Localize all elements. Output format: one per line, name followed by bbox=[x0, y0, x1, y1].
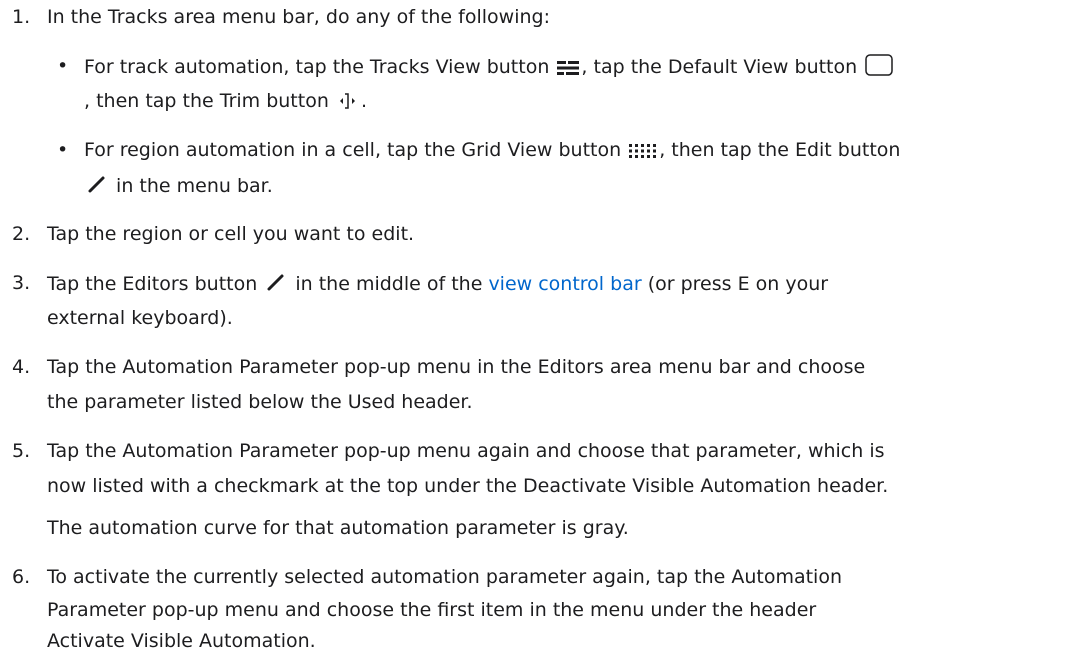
step-2-text: Tap the region or cell you want to edit. bbox=[47, 223, 415, 245]
bullet-b-text-2: , then tap the Edit button bbox=[659, 139, 901, 161]
step-3-line-2: external keyboard). bbox=[47, 307, 233, 329]
step-1-number: 1. bbox=[12, 6, 31, 28]
bullet-b-text-3: in the menu bar. bbox=[116, 175, 273, 197]
view-control-bar-link[interactable]: view control bar bbox=[488, 273, 641, 295]
bullet-a-text-1: For track automation, tap the Tracks Vie… bbox=[84, 56, 550, 78]
tracks-view-icon bbox=[557, 58, 580, 82]
step-5-line-1: Tap the Automation Parameter pop-up menu… bbox=[47, 440, 885, 462]
step-6-line-1: To activate the currently selected autom… bbox=[47, 566, 843, 588]
step-5-number: 5. bbox=[12, 440, 31, 462]
step-3-line-1: Tap the Editors button in the middle of … bbox=[47, 271, 828, 299]
bullet-a-text-2: , tap the Default View button bbox=[581, 56, 858, 78]
bullet-a-text-4: . bbox=[360, 90, 367, 112]
step-5-line-2: now listed with a checkmark at the top u… bbox=[47, 475, 889, 497]
step-3-number: 3. bbox=[12, 272, 31, 294]
step-6-number: 6. bbox=[12, 566, 31, 588]
step-3-text-1: Tap the Editors button bbox=[47, 273, 258, 295]
grid-view-icon bbox=[629, 141, 657, 165]
step-4-number: 4. bbox=[12, 356, 31, 378]
step-2-number: 2. bbox=[12, 223, 31, 245]
bullet-b-marker: • bbox=[57, 139, 69, 161]
default-view-icon bbox=[865, 54, 893, 82]
trim-icon bbox=[337, 92, 359, 116]
bullet-a-marker: • bbox=[57, 55, 69, 77]
step-5-note: The automation curve for that automation… bbox=[47, 517, 629, 539]
editors-pencil-icon bbox=[265, 271, 287, 299]
bullet-b-text-1: For region automation in a cell, tap the… bbox=[84, 139, 622, 161]
bullet-b-line-1: For region automation in a cell, tap the… bbox=[84, 138, 900, 165]
step-6-line-2: Parameter pop-up menu and choose the fir… bbox=[47, 599, 817, 621]
step-6-line-3: Activate Visible Automation. bbox=[47, 630, 316, 652]
instructions-document: 1. In the Tracks area menu bar, do any o… bbox=[0, 0, 1086, 655]
bullet-b-line-2: in the menu bar. bbox=[84, 173, 273, 201]
step-1-text: In the Tracks area menu bar, do any of t… bbox=[47, 6, 550, 28]
bullet-a-line-2: , then tap the Trim button . bbox=[84, 89, 367, 116]
step-4-line-1: Tap the Automation Parameter pop-up menu… bbox=[47, 356, 866, 378]
step-3-text-2: in the middle of the bbox=[295, 273, 483, 295]
step-4-line-2: the parameter listed below the Used head… bbox=[47, 391, 473, 413]
step-3-text-3: (or press E on your bbox=[647, 273, 829, 295]
bullet-a-text-3: , then tap the Trim button bbox=[84, 90, 329, 112]
edit-pencil-icon bbox=[86, 173, 108, 201]
bullet-a-line-1: For track automation, tap the Tracks Vie… bbox=[84, 54, 895, 82]
